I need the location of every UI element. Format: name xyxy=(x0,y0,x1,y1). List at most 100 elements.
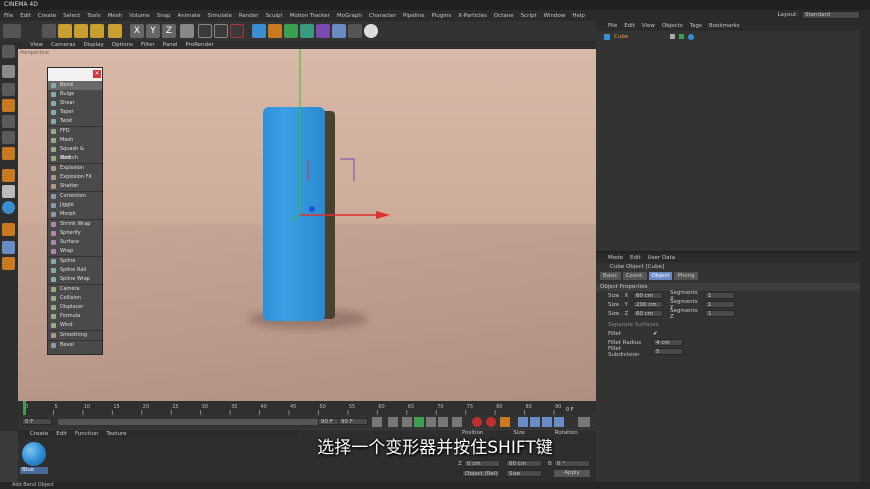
menu-item-motion-tracker[interactable]: Motion Tracker xyxy=(290,13,330,19)
menu-item-select[interactable]: Select xyxy=(63,13,80,19)
tab-object[interactable]: Object xyxy=(648,272,673,280)
menu-item-help[interactable]: Help xyxy=(572,13,585,19)
material-name[interactable]: Blue xyxy=(20,467,48,474)
generator-icon[interactable] xyxy=(284,24,298,38)
floor-icon[interactable] xyxy=(332,24,346,38)
playhead[interactable] xyxy=(23,401,26,415)
workplane-icon[interactable] xyxy=(2,185,15,198)
record-icon[interactable] xyxy=(472,417,482,427)
menu-item-mograph[interactable]: MoGraph xyxy=(337,13,362,19)
sculpt-icon[interactable] xyxy=(2,223,15,236)
deformer-item-shrink-wrap[interactable]: Shrink Wrap xyxy=(48,220,102,229)
object-row-cube[interactable]: Cube xyxy=(596,32,860,41)
deformer-item-collision[interactable]: Collision xyxy=(48,294,102,303)
menu-item-sculpt[interactable]: Sculpt xyxy=(265,13,282,19)
select-tool-icon[interactable] xyxy=(42,24,56,38)
object-name[interactable]: Cube xyxy=(614,34,628,40)
z-axis-lock-icon[interactable]: Z xyxy=(162,24,176,38)
scale-tool-icon[interactable] xyxy=(74,24,88,38)
make-editable-icon[interactable] xyxy=(2,45,15,58)
start-frame-field[interactable]: 0 F xyxy=(22,418,52,425)
size-field[interactable]: 60 cm xyxy=(633,310,663,317)
viewport-menu-display[interactable]: Display xyxy=(84,41,104,49)
menu-item-octane[interactable]: Octane xyxy=(494,13,514,19)
viewport-menu-prorender[interactable]: ProRender xyxy=(186,41,214,49)
deformer-item-wrap[interactable]: Wrap xyxy=(48,247,102,256)
deformer-item-displacer[interactable]: Displacer xyxy=(48,303,102,312)
segments-field[interactable]: 1 xyxy=(705,292,735,299)
parameter-key-icon[interactable] xyxy=(554,417,564,427)
menu-item-plugins[interactable]: Plugins xyxy=(432,13,452,19)
prev-frame-icon[interactable] xyxy=(402,417,412,427)
size-field[interactable]: 60 cm xyxy=(633,292,663,299)
attribute-menu-edit[interactable]: Edit xyxy=(630,253,641,263)
segments-field[interactable]: 1 xyxy=(705,310,735,317)
apply-button[interactable]: Apply xyxy=(554,470,590,477)
mograph-icon[interactable] xyxy=(300,24,314,38)
solo-icon[interactable] xyxy=(2,201,15,214)
deformer-item-shear[interactable]: Shear xyxy=(48,99,102,108)
deformer-item-mesh[interactable]: Mesh xyxy=(48,136,102,145)
attribute-menu-mode[interactable]: Mode xyxy=(608,253,623,263)
preview-end-field[interactable]: 90 F xyxy=(338,418,368,425)
viewport-menu-cameras[interactable]: Cameras xyxy=(51,41,75,49)
snap-icon[interactable] xyxy=(2,169,15,182)
menu-item-simulate[interactable]: Simulate xyxy=(208,13,232,19)
menu-item-create[interactable]: Create xyxy=(38,13,56,19)
deformer-item-formula[interactable]: Formula xyxy=(48,312,102,321)
layout-dropdown[interactable]: Standard xyxy=(802,11,860,19)
y-axis-lock-icon[interactable]: Y xyxy=(146,24,160,38)
deformer-item-explosion[interactable]: Explosion xyxy=(48,164,102,173)
range-slider[interactable] xyxy=(58,419,348,425)
deformer-item-bevel[interactable]: Bevel xyxy=(48,341,102,350)
size-field[interactable]: 200 cm xyxy=(633,301,663,308)
goto-start-icon[interactable] xyxy=(372,417,382,427)
attribute-menu-user-data[interactable]: User Data xyxy=(648,253,675,263)
cube-primitive-icon[interactable] xyxy=(252,24,266,38)
render-settings-icon[interactable] xyxy=(230,24,244,38)
coord-z-size[interactable]: 60 cm xyxy=(506,460,542,467)
deformer-item-explosion-fx[interactable]: Explosion FX xyxy=(48,173,102,182)
camera-icon[interactable] xyxy=(348,24,362,38)
deformer-item-bend[interactable]: Bend xyxy=(48,81,102,90)
timeline[interactable]: 0 5 10 15 20 25 30 35 40 45 50 55 60 65 70 75 80 85 90 0 F xyxy=(18,401,596,415)
guide-icon[interactable] xyxy=(2,257,15,270)
points-mode-icon[interactable] xyxy=(2,99,15,112)
deformer-item-spline-rail[interactable]: Spline Rail xyxy=(48,266,102,275)
menu-item-tools[interactable]: Tools xyxy=(87,13,101,19)
deformer-item-camera[interactable]: Camera xyxy=(48,285,102,294)
menu-item-mesh[interactable]: Mesh xyxy=(108,13,122,19)
deformer-item-surface[interactable]: Surface xyxy=(48,238,102,247)
deformer-item-bulge[interactable]: Bulge xyxy=(48,90,102,99)
object-menu-objects[interactable]: Objects xyxy=(662,21,683,31)
light-icon[interactable] xyxy=(364,24,378,38)
next-frame-icon[interactable] xyxy=(426,417,436,427)
deformer-item-taper[interactable]: Taper xyxy=(48,108,102,117)
menu-item-script[interactable]: Script xyxy=(521,13,537,19)
object-menu-edit[interactable]: Edit xyxy=(624,21,635,31)
transform-icon[interactable] xyxy=(108,24,122,38)
undo-icon[interactable] xyxy=(3,24,21,38)
deformer-item-spherify[interactable]: Spherify xyxy=(48,229,102,238)
next-key-icon[interactable] xyxy=(438,417,448,427)
pen-spline-icon[interactable] xyxy=(268,24,282,38)
coord-bank-value[interactable]: 0 ° xyxy=(554,460,590,467)
object-menu-tags[interactable]: Tags xyxy=(690,21,702,31)
tab-phong[interactable]: Phong xyxy=(674,272,698,280)
object-menu-view[interactable]: View xyxy=(642,21,655,31)
menu-item-edit[interactable]: Edit xyxy=(20,13,31,19)
object-menu-bookmarks[interactable]: Bookmarks xyxy=(709,21,740,31)
menu-item-character[interactable]: Character xyxy=(369,13,396,19)
menu-item-file[interactable]: File xyxy=(4,13,13,19)
menu-item-volume[interactable]: Volume xyxy=(129,13,149,19)
goto-end-icon[interactable] xyxy=(452,417,462,427)
deformer-item-melt[interactable]: Melt xyxy=(48,154,102,163)
coord-size-dropdown[interactable]: Size xyxy=(506,470,542,477)
menu-item-render[interactable]: Render xyxy=(239,13,259,19)
material-tag-icon[interactable] xyxy=(688,33,695,40)
grid-icon[interactable] xyxy=(2,241,15,254)
menu-item-snap[interactable]: Snap xyxy=(157,13,171,19)
object-menu-file[interactable]: File xyxy=(608,21,617,31)
menu-item-x-particles[interactable]: X-Particles xyxy=(458,13,487,19)
visibility-dots-icon[interactable] xyxy=(670,34,676,39)
